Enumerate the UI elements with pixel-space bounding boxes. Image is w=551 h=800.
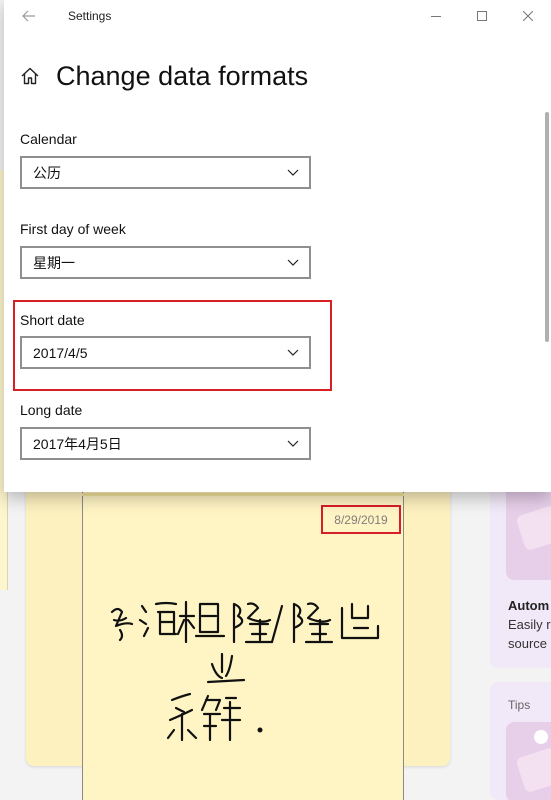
page-title: Change data formats	[56, 60, 309, 91]
close-icon	[523, 11, 533, 21]
long-date-dropdown[interactable]: 2017年4月5日	[20, 427, 311, 460]
note-date-stamp: 8/29/2019	[321, 505, 401, 534]
short-date-value: 2017/4/5	[33, 344, 88, 361]
tip-thumbnail	[506, 480, 551, 580]
close-button[interactable]	[505, 0, 551, 32]
minimize-icon	[431, 16, 441, 17]
chevron-down-icon	[285, 436, 301, 452]
first-day-of-week-label: First day of week	[20, 221, 126, 237]
tips-column: Autom Easily r source Tips	[490, 470, 551, 800]
tip-thumbnail-shape	[515, 746, 551, 794]
title-bar[interactable]: Settings	[4, 0, 551, 32]
tip-description: Easily r	[508, 617, 551, 632]
tip-card[interactable]: Tips	[490, 682, 551, 800]
tip-badge	[534, 730, 548, 744]
handwriting-ink	[110, 600, 380, 742]
long-date-value: 2017年4月5日	[33, 435, 122, 452]
maximize-button[interactable]	[459, 0, 505, 32]
window-title: Settings	[68, 9, 112, 23]
calendar-dropdown[interactable]: 公历	[20, 156, 311, 189]
chevron-down-icon	[285, 255, 301, 271]
home-icon	[21, 67, 39, 85]
tip-description: source	[508, 636, 548, 651]
first-day-of-week-value: 星期一	[33, 254, 75, 271]
home-button[interactable]	[20, 65, 42, 87]
back-button[interactable]	[16, 6, 42, 26]
short-date-dropdown[interactable]: 2017/4/5	[20, 336, 311, 369]
calendar-value: 公历	[33, 164, 61, 181]
scrollbar[interactable]	[545, 112, 549, 342]
page-header: Change data formats	[20, 58, 308, 94]
maximize-icon	[477, 11, 487, 21]
tips-label: Tips	[508, 698, 531, 712]
long-date-label: Long date	[20, 402, 83, 418]
tip-thumbnail-shape	[515, 504, 551, 552]
note-top-line	[82, 493, 404, 496]
chevron-down-icon	[285, 345, 301, 361]
tip-title: Autom	[508, 598, 550, 613]
settings-window: Settings Change data formats Calendar 公历…	[4, 0, 551, 492]
tip-card[interactable]: Autom Easily r source	[490, 470, 551, 668]
short-date-label: Short date	[20, 312, 85, 328]
chevron-down-icon	[285, 165, 301, 181]
first-day-of-week-dropdown[interactable]: 星期一	[20, 246, 311, 279]
minimize-button[interactable]	[413, 0, 459, 32]
back-arrow-icon	[22, 10, 35, 22]
calendar-label: Calendar	[20, 131, 77, 147]
